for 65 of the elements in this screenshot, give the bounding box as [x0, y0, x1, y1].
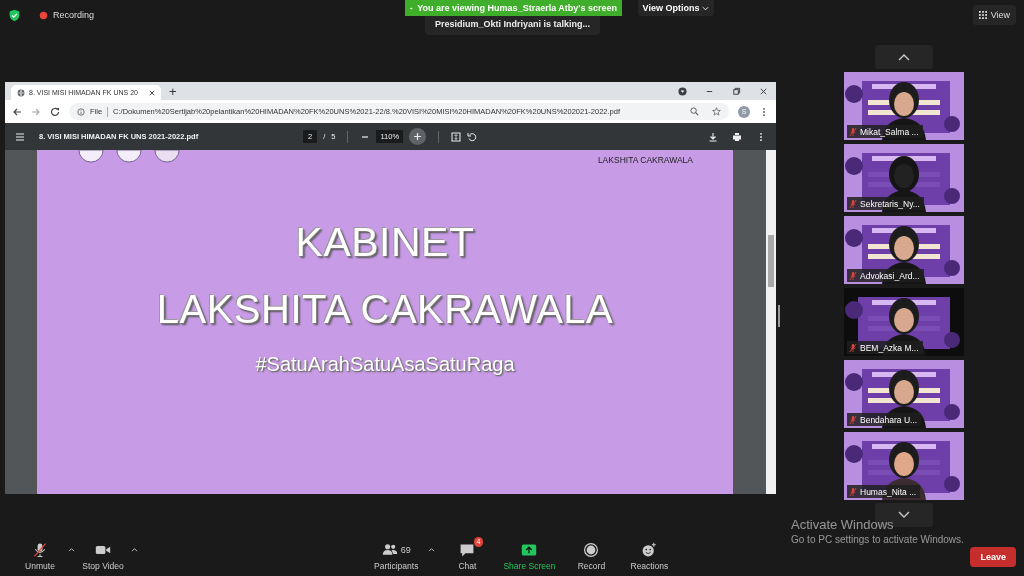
resize-handle[interactable]	[778, 305, 780, 327]
scrollbar[interactable]	[766, 150, 776, 494]
fit-page-icon[interactable]	[451, 131, 462, 142]
emblem-icon	[77, 150, 105, 163]
participant-name-tag: Humas_Nita ...	[847, 485, 921, 498]
download-icon[interactable]	[708, 131, 718, 142]
back-icon[interactable]	[12, 106, 22, 117]
caret-icon[interactable]	[131, 546, 138, 552]
caret-icon[interactable]	[428, 546, 436, 552]
record-button[interactable]: Record	[565, 540, 618, 571]
globe-icon	[17, 88, 25, 97]
close-icon[interactable]	[759, 86, 768, 96]
muted-mic-icon	[32, 541, 48, 558]
chevron-down-icon	[702, 4, 710, 12]
recording-icon	[39, 10, 48, 20]
participant-name-tag: Sekretaris_Ny...	[847, 197, 924, 210]
zoom-icon[interactable]	[690, 107, 699, 116]
emblem-icon	[115, 150, 143, 163]
participant-name-tag: BEM_Azka M...	[847, 341, 923, 354]
participant-video[interactable]: Mikat_Salma ...	[844, 72, 964, 140]
slide-title: KABINET	[295, 222, 475, 263]
reactions-button[interactable]: Reactions	[623, 540, 676, 571]
chevron-up-icon	[898, 53, 910, 61]
participants-button[interactable]: 69 Participants	[370, 540, 423, 571]
participant-video[interactable]: BEM_Azka M...	[844, 288, 964, 356]
rotate-icon[interactable]	[467, 131, 478, 142]
record-icon	[583, 541, 600, 558]
participant-name-tag: Advokasi_Ard...	[847, 269, 924, 282]
participant-name-tag: Bendahara U...	[847, 413, 922, 426]
print-icon[interactable]	[732, 131, 742, 142]
recording-label: Recording	[53, 10, 95, 20]
reload-icon[interactable]	[50, 106, 60, 117]
hashtag-text: #SatuArahSatuAsaSatuRaga	[255, 353, 515, 376]
chat-bubble-icon	[459, 541, 476, 558]
shield-icon[interactable]	[8, 8, 21, 22]
page-header-text: LAKSHITA CAKRAWALA	[597, 155, 693, 165]
leave-button[interactable]: Leave	[970, 547, 1016, 567]
video-button[interactable]: Stop Video	[77, 540, 129, 571]
participant-video[interactable]: Advokasi_Ard...	[844, 216, 964, 284]
star-icon[interactable]	[712, 107, 721, 116]
zoom-in-icon[interactable]	[409, 128, 427, 145]
new-tab-button[interactable]: +	[169, 84, 177, 100]
profile-menu-icon[interactable]	[678, 86, 687, 96]
menu-icon[interactable]	[15, 131, 25, 142]
share-button[interactable]: Share Screen	[499, 540, 560, 571]
activation-title: Activate Windows	[791, 517, 895, 532]
share-screen-icon	[521, 541, 538, 558]
restore-icon[interactable]	[732, 86, 741, 96]
activation-text: Go to PC settings to activate Windows.	[791, 534, 964, 545]
smiley-icon	[641, 541, 658, 558]
view-button[interactable]: View	[972, 5, 1016, 25]
mic-button[interactable]: Unmute	[14, 540, 66, 571]
slide-title: LAKSHITA CAKRAWALA	[156, 289, 614, 329]
caret-icon[interactable]	[68, 546, 75, 552]
chevron-down-icon	[898, 511, 910, 519]
people-icon	[381, 541, 398, 558]
close-tab-icon[interactable]	[149, 89, 155, 96]
emblem-icon	[153, 150, 181, 163]
participant-video[interactable]: Humas_Nita ...	[844, 432, 964, 500]
participant-name-tag: Mikat_Salma ...	[847, 125, 923, 138]
participant-video[interactable]: Bendahara U...	[844, 360, 964, 428]
participant-video[interactable]: Sekretaris_Ny...	[844, 144, 964, 212]
grid-icon	[978, 11, 987, 19]
view-options-button[interactable]: View Options	[638, 0, 714, 16]
info-icon[interactable]	[77, 107, 85, 116]
